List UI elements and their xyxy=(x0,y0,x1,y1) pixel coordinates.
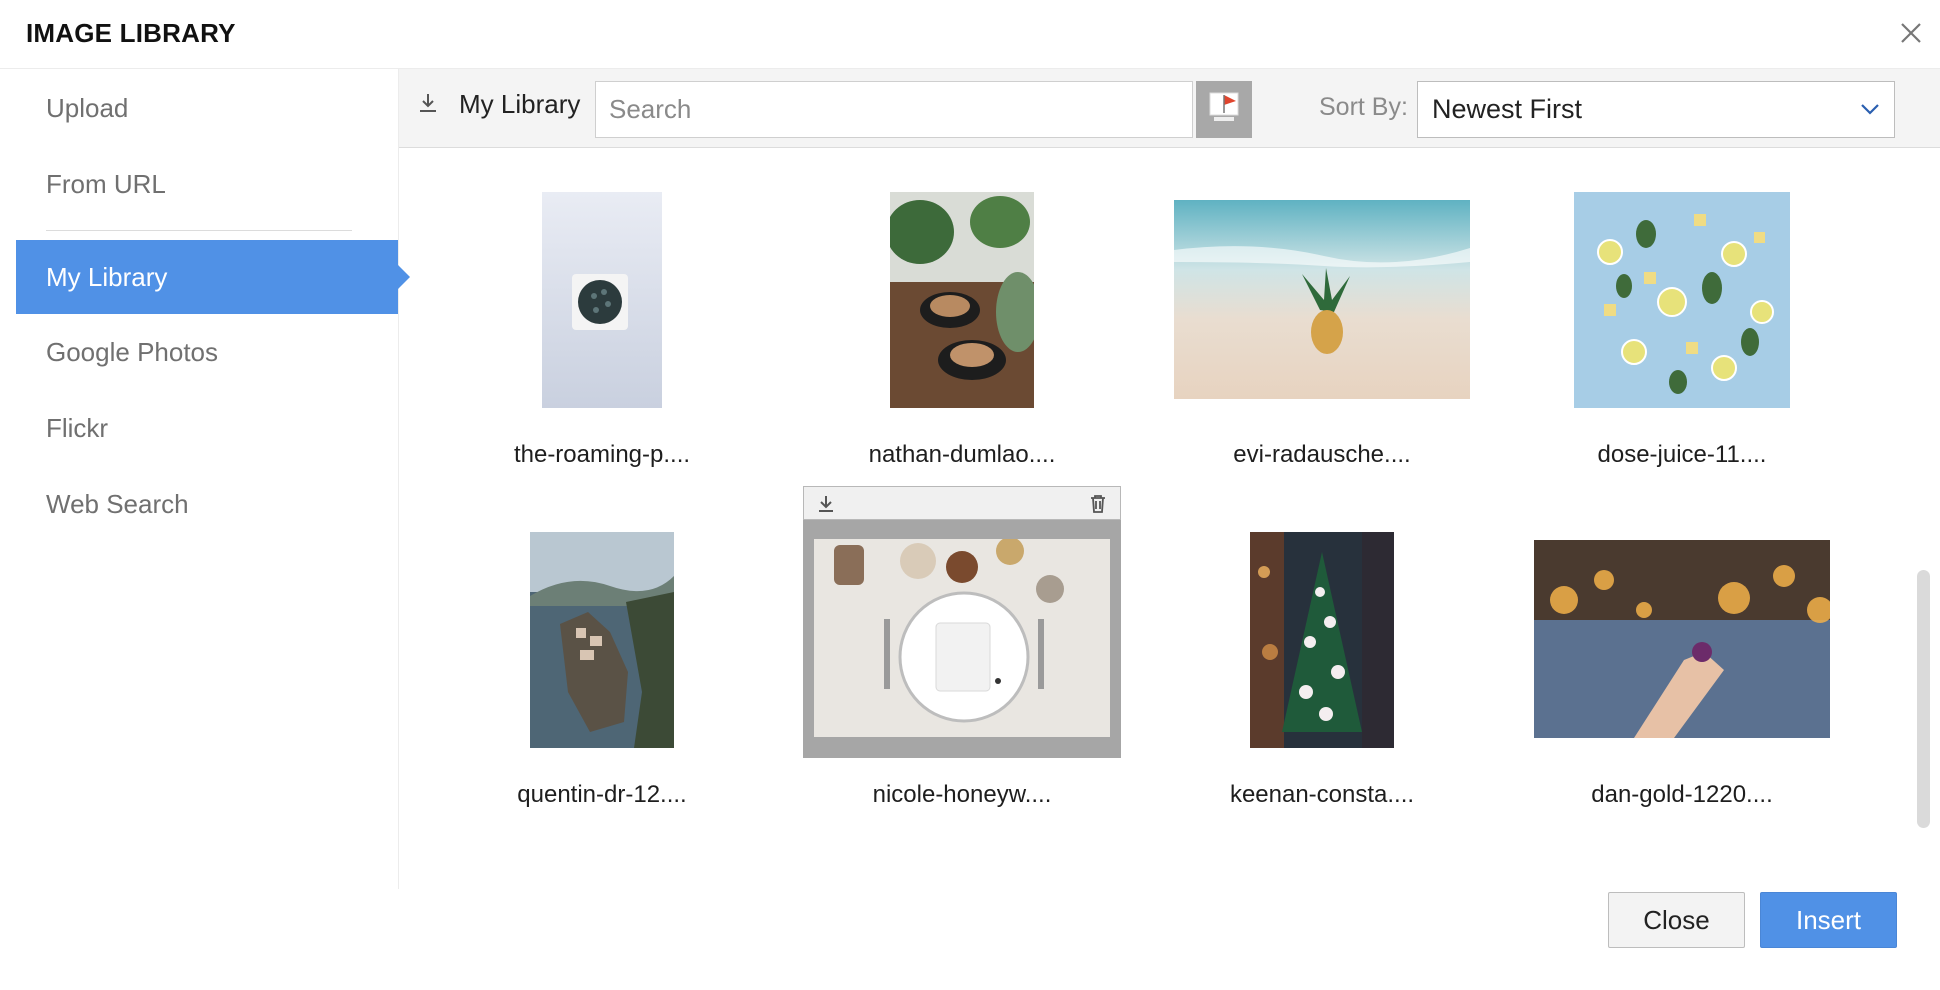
image-caption: keenan-consta.... xyxy=(1229,781,1415,808)
sidebar-item-label: My Library xyxy=(46,262,168,292)
image-thumbnail[interactable] xyxy=(1534,540,1830,738)
image-thumbnail[interactable] xyxy=(1574,192,1790,408)
download-icon[interactable] xyxy=(417,91,439,115)
image-caption: dan-gold-1220.... xyxy=(1591,781,1773,808)
download-icon[interactable] xyxy=(816,493,836,515)
trash-icon[interactable] xyxy=(1088,493,1108,515)
sidebar-item-upload[interactable]: Upload xyxy=(16,71,398,145)
sidebar-item-label: Google Photos xyxy=(46,337,219,367)
search-button[interactable] xyxy=(1196,81,1252,138)
sidebar: Upload From URL My Library Google Photos… xyxy=(0,69,410,889)
close-button[interactable]: Close xyxy=(1608,892,1745,948)
image-caption: nathan-dumlao.... xyxy=(868,441,1056,468)
image-tile-selected[interactable] xyxy=(803,486,1121,758)
image-thumbnail[interactable] xyxy=(542,192,662,408)
sort-dropdown[interactable]: Newest First xyxy=(1417,81,1895,138)
library-label: My Library xyxy=(459,89,581,119)
image-thumbnail[interactable] xyxy=(1250,532,1394,748)
dialog-title: IMAGE LIBRARY xyxy=(26,18,236,48)
sidebar-item-from-url[interactable]: From URL xyxy=(16,147,398,221)
dialog-header: IMAGE LIBRARY xyxy=(0,0,1940,69)
image-grid: the-roaming-p.... nathan-dumlao.... evi-… xyxy=(399,148,1920,888)
image-thumbnail[interactable] xyxy=(814,539,1110,737)
sidebar-item-web-search[interactable]: Web Search xyxy=(16,467,398,541)
library-toolbar: My Library Sort By: Newest First xyxy=(399,69,1940,148)
tile-action-bar xyxy=(803,486,1121,520)
chevron-down-icon xyxy=(1860,102,1880,116)
scrollbar-thumb[interactable] xyxy=(1917,570,1930,828)
close-icon[interactable] xyxy=(1896,18,1926,48)
image-caption: the-roaming-p.... xyxy=(513,441,691,468)
image-caption: quentin-dr-12.... xyxy=(517,781,687,808)
image-thumbnail[interactable] xyxy=(530,532,674,748)
search-input[interactable] xyxy=(595,81,1193,138)
sort-label: Sort By: xyxy=(1319,93,1408,121)
sidebar-item-label: Upload xyxy=(46,93,129,123)
sidebar-item-label: Flickr xyxy=(46,413,109,443)
image-thumbnail[interactable] xyxy=(1174,200,1470,399)
sidebar-item-google-photos[interactable]: Google Photos xyxy=(16,315,398,389)
image-caption: evi-radausche.... xyxy=(1233,441,1411,468)
image-caption: nicole-honeyw.... xyxy=(872,781,1052,808)
sort-value: Newest First xyxy=(1432,94,1583,124)
sidebar-item-flickr[interactable]: Flickr xyxy=(16,391,398,465)
image-caption: dose-juice-11.... xyxy=(1597,441,1767,468)
image-thumbnail[interactable] xyxy=(890,192,1034,408)
insert-button[interactable]: Insert xyxy=(1760,892,1897,948)
sidebar-item-my-library[interactable]: My Library xyxy=(16,240,410,314)
sidebar-item-label: Web Search xyxy=(46,489,189,519)
sidebar-item-label: From URL xyxy=(46,169,166,199)
flag-icon xyxy=(1209,92,1239,121)
sidebar-divider xyxy=(46,230,352,231)
